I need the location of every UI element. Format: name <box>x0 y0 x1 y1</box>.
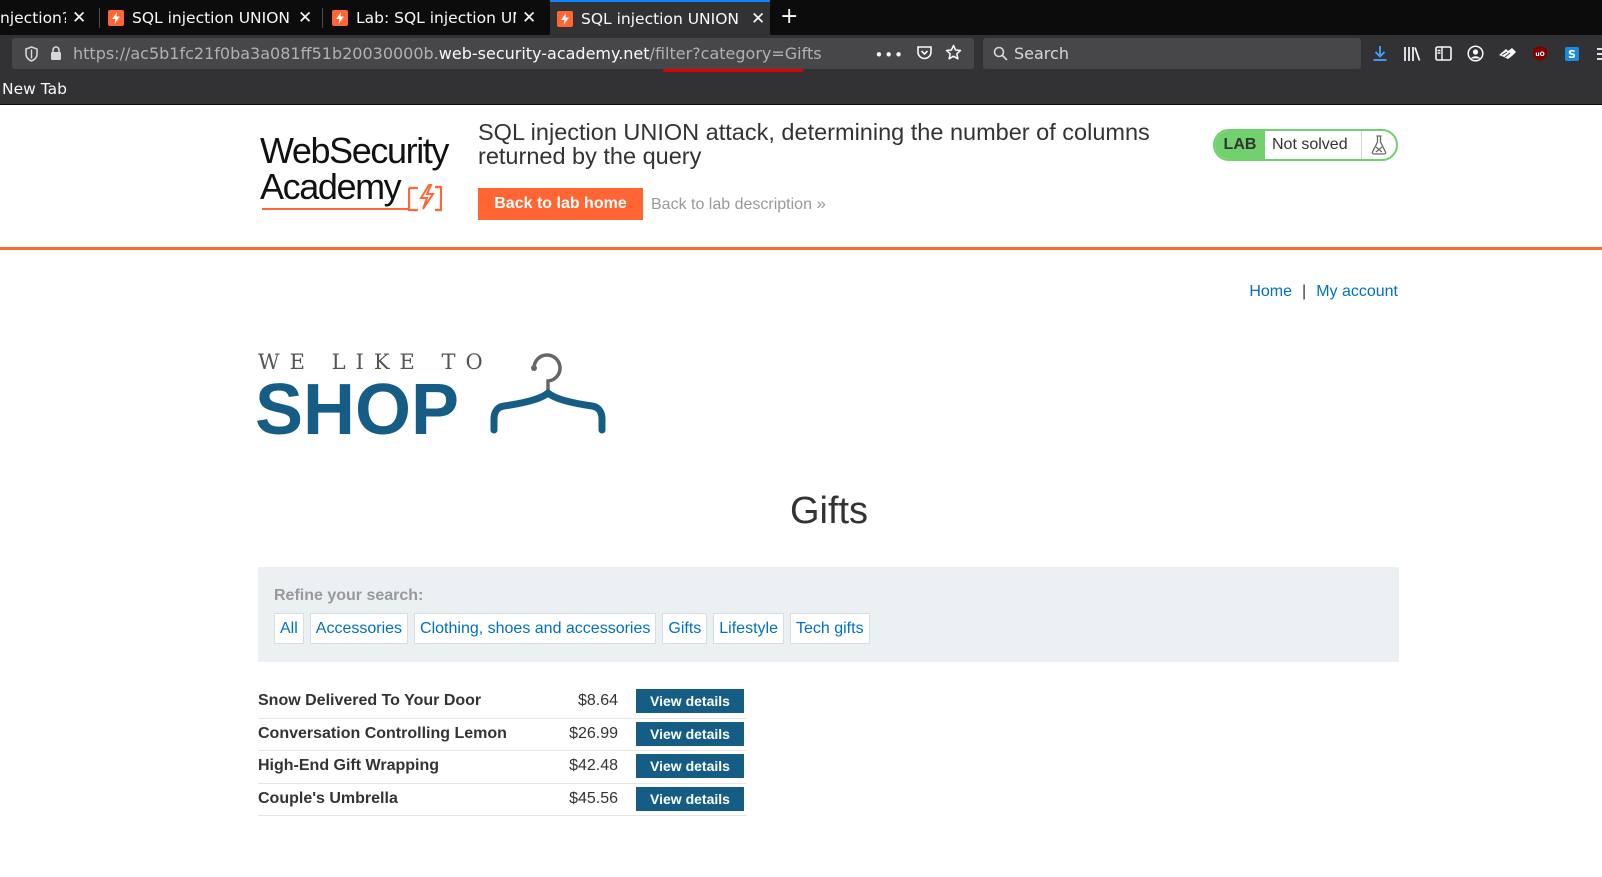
back-to-lab-description-link[interactable]: Back to lab description » <box>651 194 826 214</box>
clothes-hanger-icon <box>490 353 606 434</box>
product-price: $8.64 <box>577 692 618 709</box>
filter-tech-gifts[interactable]: Tech gifts <box>789 613 870 644</box>
account-icon[interactable] <box>1466 44 1485 63</box>
category-filter-list: All Accessories Clothing, shoes and acce… <box>274 613 870 644</box>
browser-tab-active[interactable]: SQL injection UNION a ✕ <box>550 0 770 35</box>
view-details-button[interactable]: View details <box>636 689 744 713</box>
close-icon[interactable]: ✕ <box>298 8 312 28</box>
tracking-shield-icon[interactable] <box>24 46 39 66</box>
view-details-button[interactable]: View details <box>636 754 744 778</box>
web-security-academy-logo[interactable]: WebSecurity Academy <box>260 124 460 212</box>
my-account-link[interactable]: My account <box>1316 283 1398 300</box>
url-text[interactable]: https://ac5b1fc21f0ba3a081ff51b20030000b… <box>73 44 822 63</box>
product-name: Snow Delivered To Your Door <box>258 692 482 709</box>
close-icon[interactable]: ✕ <box>72 8 86 28</box>
back-to-lab-home-button[interactable]: Back to lab home <box>478 188 643 220</box>
double-chevron-right-icon: » <box>816 194 826 213</box>
url-bar[interactable]: https://ac5b1fc21f0ba3a081ff51b20030000b… <box>12 38 974 69</box>
close-icon[interactable]: ✕ <box>522 8 536 28</box>
account-navigation: Home | My account <box>1249 283 1398 301</box>
url-prefix: https://ac5b1fc21f0ba3a081ff51b20030000b… <box>73 44 439 63</box>
tab-title: Lab: SQL injection UNI <box>356 8 516 27</box>
lab-status-widget: LAB Not solved <box>1213 129 1398 161</box>
portswigger-favicon-icon <box>332 9 348 26</box>
flask-icon <box>1362 131 1396 159</box>
product-name: High-End Gift Wrapping <box>258 757 440 774</box>
page-actions-icon[interactable]: ••• <box>874 46 904 64</box>
home-link[interactable]: Home <box>1249 283 1292 300</box>
view-details-button[interactable]: View details <box>636 786 744 811</box>
product-name: Conversation Controlling Lemon <box>258 724 507 742</box>
product-price: $45.56 <box>569 789 618 807</box>
lock-icon[interactable] <box>50 46 62 65</box>
pocket-icon[interactable] <box>916 45 933 65</box>
portswigger-favicon-icon <box>557 10 573 27</box>
logo-underline <box>262 208 410 210</box>
svg-text:uO: uO <box>1535 51 1544 58</box>
product-name: Couple's Umbrella <box>258 789 398 807</box>
table-row: Couple's Umbrella $45.56 View details <box>258 784 746 816</box>
product-price: $42.48 <box>569 757 618 774</box>
download-icon[interactable] <box>1370 44 1389 63</box>
search-bar[interactable] <box>983 38 1361 69</box>
url-path: /filter?category=Gifts <box>649 44 822 63</box>
url-highlight-underline <box>663 69 803 72</box>
tab-title: SQL injection UNION a <box>581 9 745 28</box>
lab-header: WebSecurity Academy SQL injection UNION … <box>0 106 1602 250</box>
product-table: Snow Delivered To Your Door $8.64 View d… <box>258 686 746 816</box>
table-row: Conversation Controlling Lemon $26.99 Vi… <box>258 719 746 751</box>
close-icon[interactable]: ✕ <box>751 9 765 29</box>
portswigger-favicon-icon <box>108 9 124 26</box>
svg-text:S: S <box>1568 48 1576 61</box>
search-input[interactable] <box>1014 42 1344 64</box>
browser-tab-1[interactable]: njection? ✕ <box>0 0 92 35</box>
back-to-lab-description-label: Back to lab description <box>651 196 812 213</box>
category-title: Gifts <box>789 490 869 532</box>
view-details-button[interactable]: View details <box>636 721 744 746</box>
ublock-icon[interactable]: uO <box>1530 44 1549 63</box>
lab-status-text: Not solved <box>1265 131 1362 159</box>
tab-title: SQL injection UNION a <box>132 8 292 27</box>
filter-all[interactable]: All <box>274 613 304 644</box>
table-row: Snow Delivered To Your Door $8.64 View d… <box>258 686 746 719</box>
browser-tab-3[interactable]: Lab: SQL injection UNI ✕ <box>332 0 540 35</box>
filter-accessories[interactable]: Accessories <box>309 613 409 644</box>
refine-search-label: Refine your search: <box>274 587 424 604</box>
we-like-to-shop-logo[interactable]: WE LIKE TO SHOP <box>255 350 618 450</box>
filter-panel: Refine your search: All Accessories Clot… <box>258 567 1399 662</box>
new-tab-button[interactable]: + <box>780 4 798 29</box>
shop-word: SHOP <box>255 370 460 450</box>
library-icon[interactable] <box>1402 44 1421 63</box>
product-price: $26.99 <box>569 724 618 742</box>
filter-lifestyle[interactable]: Lifestyle <box>713 613 784 644</box>
table-row: High-End Gift Wrapping $42.48 View detai… <box>258 751 746 784</box>
filter-gifts[interactable]: Gifts <box>662 613 708 644</box>
filter-clothing[interactable]: Clothing, shoes and accessories <box>414 613 657 644</box>
s-extension-icon[interactable]: S <box>1562 44 1581 63</box>
bookmark-star-icon[interactable] <box>945 44 962 65</box>
navigation-toolbar: https://ac5b1fc21f0ba3a081ff51b20030000b… <box>0 35 1602 73</box>
bookmark-new-tab[interactable]: New Tab <box>2 80 67 98</box>
extension-icon[interactable] <box>1498 44 1517 63</box>
tab-bar: njection? ✕ SQL injection UNION a ✕ Lab:… <box>0 0 1602 35</box>
browser-tab-2[interactable]: SQL injection UNION a ✕ <box>108 0 316 35</box>
lab-title: SQL injection UNION attack, determining … <box>478 119 1150 169</box>
nav-separator: | <box>1302 283 1307 300</box>
lab-badge: LAB <box>1215 131 1265 159</box>
url-domain: web-security-academy.net <box>438 44 650 63</box>
bookmarks-toolbar: New Tab <box>0 73 1602 105</box>
tab-title: njection? <box>0 8 66 27</box>
menu-icon[interactable] <box>1594 44 1602 63</box>
search-icon <box>993 46 1008 61</box>
academy-bolt-icon <box>408 184 442 212</box>
logo-line2: Academy <box>260 166 402 207</box>
sidebar-icon[interactable] <box>1434 44 1453 63</box>
